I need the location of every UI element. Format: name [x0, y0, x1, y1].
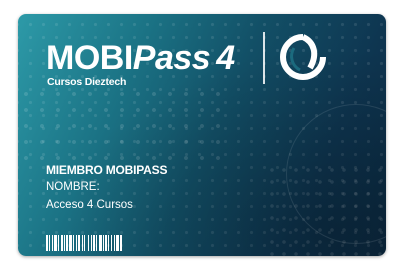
barcode-icon: [46, 235, 122, 251]
brand-wordmark: MOBIPass 4: [46, 40, 235, 76]
barcode-bar: [52, 235, 53, 251]
barcode-bar: [105, 235, 107, 251]
barcode-bar: [58, 235, 59, 251]
barcode-bar: [69, 235, 72, 251]
name-label: NOMBRE:: [46, 181, 100, 193]
barcode-bar: [111, 235, 112, 251]
brand-number: 4: [216, 39, 235, 77]
barcode-bar: [73, 235, 74, 251]
barcode-bar: [66, 235, 68, 251]
barcode-bar: [64, 235, 65, 251]
barcode-bar: [103, 235, 104, 251]
barcode-bar: [78, 235, 80, 251]
access-text: Acceso 4 Cursos: [46, 199, 133, 211]
barcode-bar: [84, 235, 85, 251]
barcode-bar: [61, 235, 63, 251]
circular-swoosh-logo-icon: [280, 34, 326, 80]
barcode-bar: [99, 235, 102, 251]
membership-card: MOBIPass 4 Cursos Dieztech MIEMBRO MOBIPA…: [18, 14, 386, 256]
barcode-bar: [88, 235, 89, 251]
barcode-bar: [116, 235, 119, 251]
brand-subtitle: Cursos Dieztech: [47, 76, 127, 88]
brand-main: MOBI: [46, 39, 133, 77]
barcode-bar: [76, 235, 77, 251]
barcode-bar: [49, 235, 50, 251]
barcode-bar: [93, 235, 95, 251]
member-info: MIEMBRO MOBIPASS NOMBRE: Acceso 4 Cursos: [46, 162, 167, 214]
brand-logo: MOBIPass 4: [46, 40, 235, 76]
barcode-bar: [46, 235, 48, 251]
barcode-bar: [91, 235, 92, 251]
barcode-bar: [96, 235, 97, 251]
barcode-bar: [54, 235, 57, 251]
member-title: MIEMBRO MOBIPASS: [46, 163, 168, 177]
barcode-bar: [114, 235, 115, 251]
barcode-bar: [120, 235, 122, 251]
brand-pass: Pass: [132, 39, 211, 77]
barcode-bar: [82, 235, 83, 251]
barcode-bar: [108, 235, 109, 251]
logo-divider: [263, 32, 265, 84]
